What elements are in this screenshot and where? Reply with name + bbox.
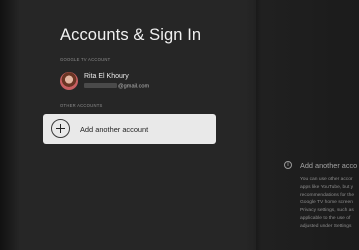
redacted-email-prefix — [84, 83, 117, 88]
avatar — [60, 72, 78, 90]
info-body-line: recommendations for the — [300, 192, 355, 198]
info-body-line: You can use other accor — [300, 177, 353, 182]
info-panel-body: You can use other accor apps like YouTub… — [300, 176, 359, 231]
email-suffix: @gmail.com — [118, 83, 150, 90]
add-another-account-button[interactable]: Add another account — [43, 114, 216, 144]
panel-divider — [256, 0, 262, 250]
info-body-line: Google TV home screen — [300, 200, 353, 206]
info-body-line: adjusted under Settings — [300, 223, 352, 229]
account-email: @gmail.com — [84, 83, 149, 90]
info-panel-title: Add another acco — [300, 160, 358, 170]
account-name: Rita El Khoury — [84, 73, 129, 80]
page-title: Accounts & Sign In — [60, 26, 202, 44]
info-body-line: applicable to the use of — [300, 215, 351, 221]
info-body-line: Privacy settings, such as — [300, 208, 354, 214]
info-panel-header: i Add another acco — [284, 160, 359, 174]
info-body-line: apps like YouTube, but y — [300, 184, 354, 190]
left-edge-shade — [0, 0, 20, 250]
add-account-label: Add another account — [80, 124, 149, 134]
other-accounts-section-label: OTHER ACCOUNTS — [60, 103, 103, 108]
plus-circle-icon — [51, 119, 70, 138]
settings-screen: Accounts & Sign In GOOGLE TV ACCOUNT Rit… — [0, 0, 359, 250]
info-icon: i — [284, 160, 292, 169]
google-tv-account-item[interactable]: Rita El Khoury @gmail.com — [58, 70, 228, 96]
google-tv-account-section-label: GOOGLE TV ACCOUNT — [60, 57, 111, 62]
